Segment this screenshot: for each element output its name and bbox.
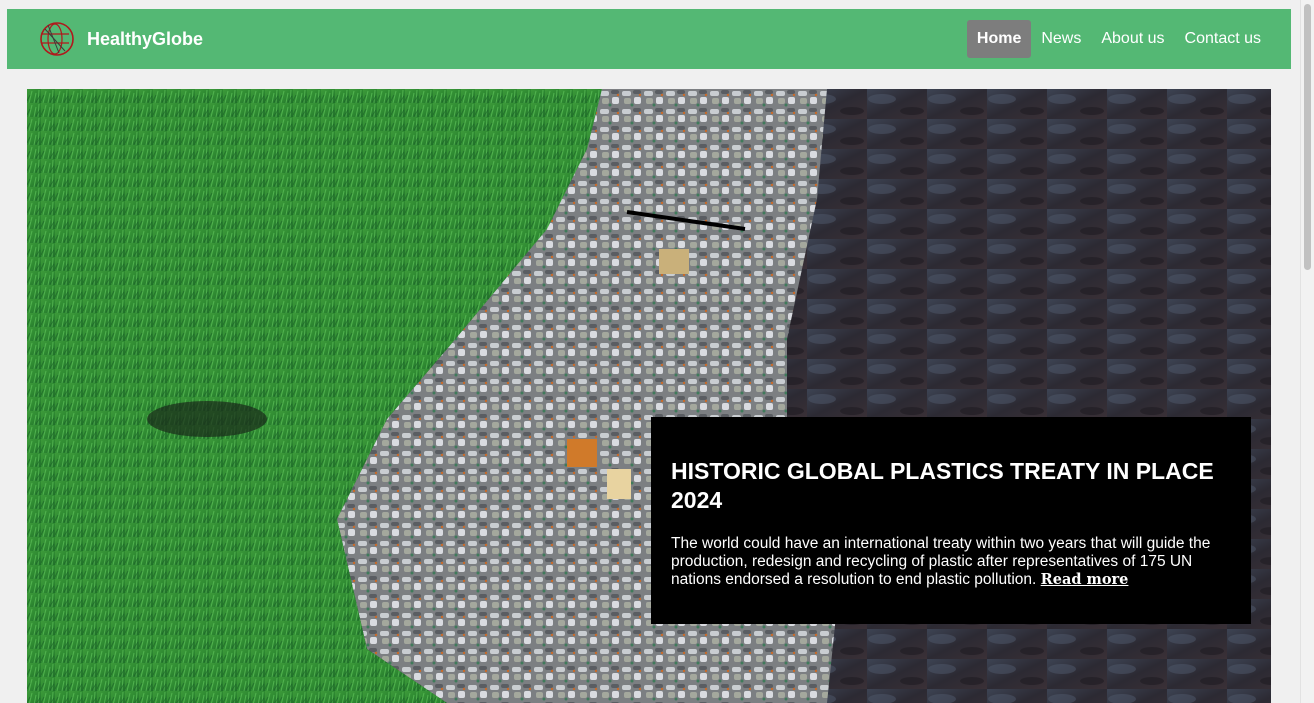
main-nav: Home News About us Contact us	[966, 20, 1271, 58]
navbar: HealthyGlobe Home News About us Contact …	[7, 9, 1291, 69]
globe-icon[interactable]	[39, 21, 75, 57]
hero-description: The world could have an international tr…	[671, 535, 1211, 588]
brand-name[interactable]: HealthyGlobe	[87, 28, 203, 50]
read-more-link[interactable]: Read more	[1041, 571, 1129, 588]
page: HealthyGlobe Home News About us Contact …	[0, 0, 1314, 703]
nav-contact-us[interactable]: Contact us	[1175, 20, 1271, 58]
nav-news[interactable]: News	[1031, 20, 1091, 58]
hero-caption: HISTORIC GLOBAL PLASTICS TREATY IN PLACE…	[651, 417, 1251, 624]
hero-banner: HISTORIC GLOBAL PLASTICS TREATY IN PLACE…	[27, 89, 1271, 703]
hero-text: The world could have an international tr…	[671, 535, 1231, 589]
scrollbar[interactable]	[1300, 0, 1314, 703]
scrollbar-thumb[interactable]	[1304, 4, 1311, 270]
nav-about-us[interactable]: About us	[1091, 20, 1174, 58]
hero-title: HISTORIC GLOBAL PLASTICS TREATY IN PLACE…	[671, 458, 1214, 513]
nav-home[interactable]: Home	[966, 20, 1032, 58]
